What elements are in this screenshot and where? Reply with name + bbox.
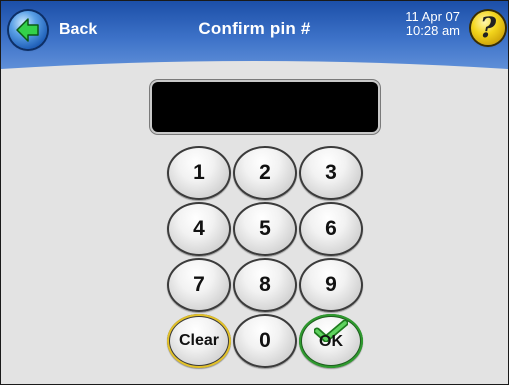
key-7[interactable]: 7 [167, 258, 231, 312]
pin-entry-screen: Back Confirm pin # 11 Apr 07 10:28 am ? … [0, 0, 509, 385]
key-4[interactable]: 4 [167, 202, 231, 256]
question-mark-icon: ? [479, 11, 497, 44]
time-text: 10:28 am [405, 23, 460, 38]
key-8[interactable]: 8 [233, 258, 297, 312]
clear-button[interactable]: Clear [167, 314, 231, 368]
key-3[interactable]: 3 [299, 146, 363, 200]
help-button[interactable]: ? [471, 11, 505, 45]
key-6[interactable]: 6 [299, 202, 363, 256]
ok-button-label: OK [319, 333, 343, 350]
key-1[interactable]: 1 [167, 146, 231, 200]
datetime-display: 11 Apr 07 10:28 am [405, 10, 460, 38]
key-0[interactable]: 0 [233, 314, 297, 368]
pin-display [152, 82, 378, 132]
key-9[interactable]: 9 [299, 258, 363, 312]
ok-button[interactable]: OK [299, 314, 363, 368]
header-bar: Back Confirm pin # 11 Apr 07 10:28 am ? [1, 1, 508, 79]
date-text: 11 Apr 07 [405, 9, 460, 24]
key-2[interactable]: 2 [233, 146, 297, 200]
key-5[interactable]: 5 [233, 202, 297, 256]
